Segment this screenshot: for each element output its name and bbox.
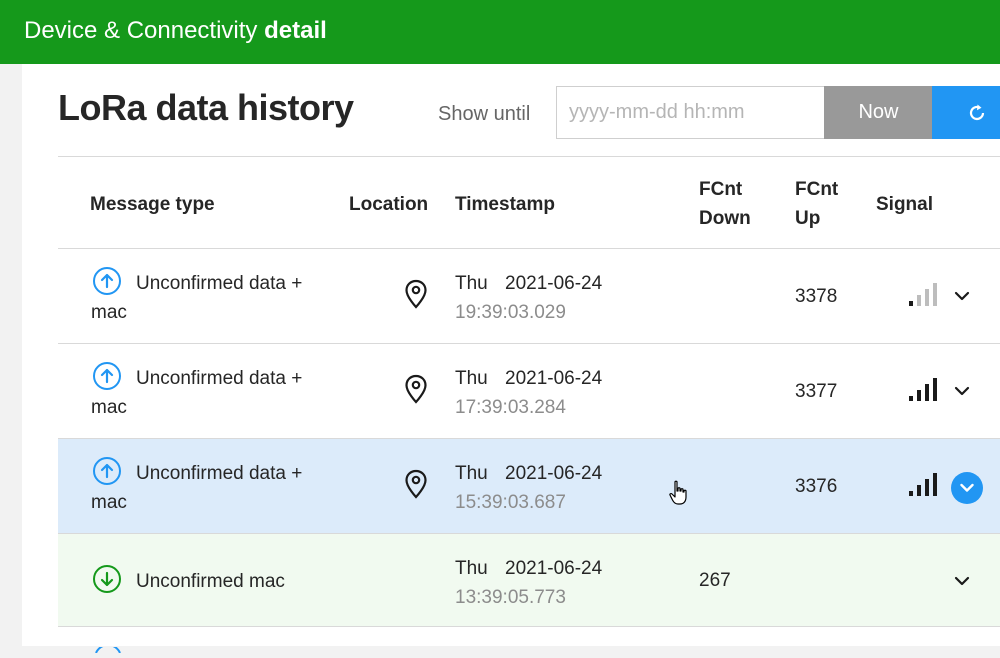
- fcnt-up-value: 3377: [795, 381, 838, 402]
- refresh-button[interactable]: [932, 86, 1000, 139]
- table-row-selected[interactable]: Unconfirmed data + mac Thu 2021-06-24 15…: [58, 439, 1000, 534]
- column-header-timestamp[interactable]: Timestamp: [455, 190, 555, 219]
- timestamp-time: 19:39:03.029: [455, 302, 566, 323]
- map-pin-icon[interactable]: [404, 469, 428, 504]
- page-title: LoRa data history: [58, 87, 354, 128]
- map-pin-icon[interactable]: [404, 374, 428, 409]
- app-title-bold: detail: [264, 17, 327, 44]
- column-header-location[interactable]: Location: [349, 190, 428, 219]
- message-type: Unconfirmed data + mac: [91, 463, 303, 513]
- table-row[interactable]: Unconfirmed mac Thu 2021-06-24 13:39:05.…: [58, 534, 1000, 627]
- fcnt-down-value: 267: [699, 570, 731, 591]
- now-button[interactable]: Now: [824, 86, 933, 139]
- chevron-down-icon[interactable]: [954, 384, 970, 402]
- map-pin-icon[interactable]: [404, 279, 428, 314]
- timestamp-date: 2021-06-24: [505, 463, 603, 484]
- top-bar: Device & Connectivity detail: [0, 0, 1000, 64]
- chevron-down-icon[interactable]: [954, 574, 970, 592]
- timestamp-date: 2021-06-24: [505, 558, 603, 579]
- show-until-input[interactable]: [556, 86, 825, 139]
- timestamp-time: 17:39:03.284: [455, 397, 566, 418]
- fcnt-up-value: 3376: [795, 476, 838, 497]
- refresh-icon: [969, 104, 985, 121]
- column-header-signal[interactable]: Signal: [876, 190, 933, 219]
- timestamp-day: Thu: [455, 558, 488, 579]
- app-title-light: Device & Connectivity: [24, 17, 258, 44]
- message-type: Unconfirmed data + mac: [91, 368, 303, 418]
- fcnt-down-line2: Down: [699, 208, 751, 229]
- chevron-down-icon: [960, 483, 974, 492]
- table-row[interactable]: Unconfirmed data + mac Thu 2021-06-24 17…: [58, 344, 1000, 439]
- signal-bars-icon: [908, 377, 938, 408]
- timestamp-date: 2021-06-24: [505, 273, 603, 294]
- timestamp-day: Thu: [455, 463, 488, 484]
- column-header-fcnt-down[interactable]: FCnt Down: [699, 175, 751, 233]
- timestamp-time: 13:39:05.773: [455, 587, 566, 608]
- expand-row-button[interactable]: [951, 472, 983, 504]
- timestamp-day: Thu: [455, 273, 488, 294]
- table-row[interactable]: Unconfirmed data + mac Thu 2021-06-24 19…: [58, 249, 1000, 344]
- column-header-message-type[interactable]: Message type: [90, 190, 215, 219]
- timestamp-date: 2021-06-24: [505, 368, 603, 389]
- timestamp-day: Thu: [455, 368, 488, 389]
- app-title: Device & Connectivity detail: [24, 16, 327, 46]
- show-until-label: Show until: [438, 103, 531, 125]
- signal-bars-icon: [908, 472, 938, 503]
- main-panel: LoRa data history Show until Now Message…: [22, 64, 1000, 646]
- fcnt-down-line1: FCnt: [699, 179, 743, 200]
- timestamp-time: 15:39:03.687: [455, 492, 566, 513]
- arrow-up-circle-icon: [93, 640, 123, 658]
- left-gutter: [0, 64, 22, 646]
- signal-bars-icon: [908, 282, 938, 313]
- message-type: Unconfirmed mac: [136, 571, 285, 592]
- message-type: Unconfirmed data + mac: [91, 273, 303, 323]
- hand-pointer-icon: [668, 480, 690, 511]
- chevron-down-icon[interactable]: [954, 289, 970, 307]
- column-header-fcnt-up[interactable]: FCnt Up: [795, 175, 838, 233]
- fcnt-up-line1: FCnt: [795, 179, 839, 200]
- header-divider: [58, 156, 1000, 157]
- fcnt-up-line2: Up: [795, 208, 821, 229]
- fcnt-up-value: 3378: [795, 286, 838, 307]
